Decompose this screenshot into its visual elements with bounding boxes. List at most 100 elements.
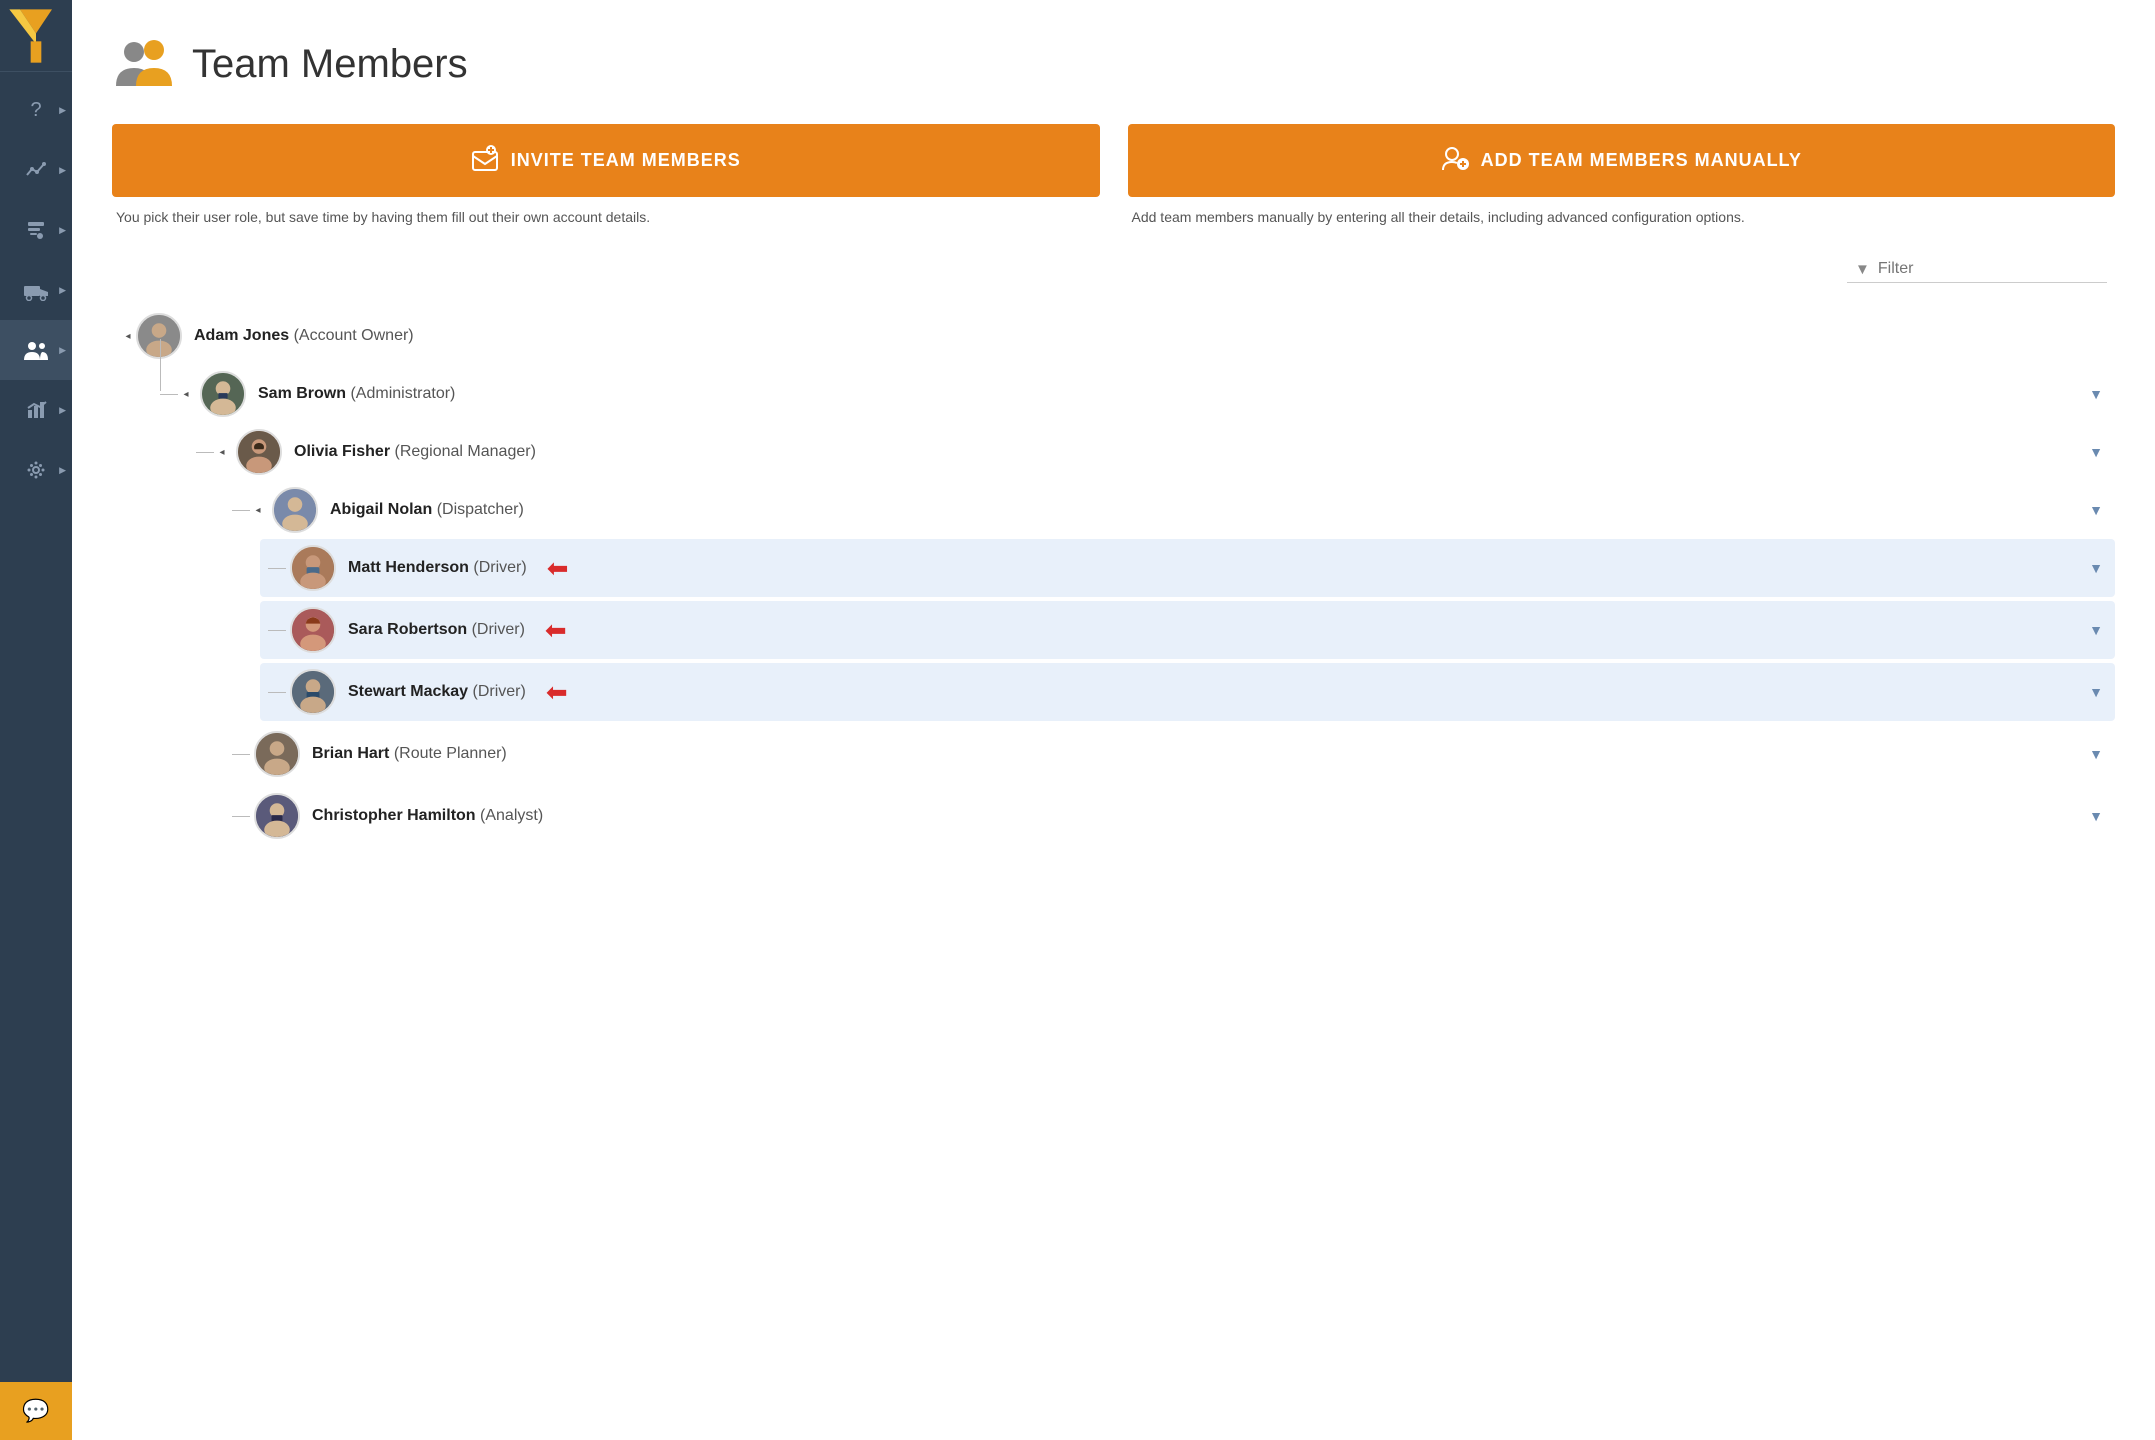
member-name-sara: Sara Robertson xyxy=(348,621,467,638)
filter-wrapper[interactable]: ▼ xyxy=(1847,256,2107,283)
chat-icon: 💬 xyxy=(22,1398,49,1424)
tree-node-sam: ◂ Sam Brown (Administ xyxy=(152,365,2115,845)
toggle-sam[interactable]: ◂ xyxy=(178,386,194,402)
chevron-icon: ▶ xyxy=(59,225,66,236)
row-chevron-matt[interactable]: ▼ xyxy=(2089,560,2103,576)
member-role-sam: (Administrator) xyxy=(350,385,455,402)
tree-node-matt: Matt Henderson (Driver) ⬅ ▼ xyxy=(260,539,2115,597)
tree-row-sam[interactable]: ◂ Sam Brown (Administ xyxy=(152,365,2115,423)
member-role-adam: (Account Owner) xyxy=(294,327,414,344)
chevron-icon: ▶ xyxy=(59,405,66,416)
toggle-adam[interactable]: ◂ xyxy=(120,328,136,344)
children-abigail: Matt Henderson (Driver) ⬅ ▼ xyxy=(224,539,2115,721)
avatar-olivia xyxy=(236,429,282,475)
member-role-brian: (Route Planner) xyxy=(394,745,507,762)
sidebar-chat-button[interactable]: 💬 xyxy=(0,1382,72,1440)
member-info-christopher: Christopher Hamilton (Analyst) xyxy=(312,807,543,825)
team-tree: ◂ Adam Jones (Account Owner) xyxy=(112,307,2115,845)
sidebar-item-settings[interactable]: ▶ xyxy=(0,440,72,500)
row-chevron-christopher[interactable]: ▼ xyxy=(2089,808,2103,824)
page-header: Team Members xyxy=(112,32,2115,96)
invite-icon xyxy=(471,144,499,177)
chevron-icon: ▶ xyxy=(59,105,66,116)
tree-row-matt[interactable]: Matt Henderson (Driver) ⬅ ▼ xyxy=(260,539,2115,597)
chevron-icon: ▶ xyxy=(59,465,66,476)
avatar-christopher xyxy=(254,793,300,839)
tree-row-christopher[interactable]: Christopher Hamilton (Analyst) ▼ xyxy=(224,787,2115,845)
tree-row-adam[interactable]: ◂ Adam Jones (Account Owner) xyxy=(120,307,2115,365)
filter-icon: ▼ xyxy=(1855,261,1870,278)
member-role-matt: (Driver) xyxy=(473,559,526,576)
tree-row-olivia[interactable]: ◂ xyxy=(188,423,2115,481)
sidebar-item-dispatch[interactable]: ▶ xyxy=(0,260,72,320)
tree-node-christopher: Christopher Hamilton (Analyst) ▼ xyxy=(224,787,2115,845)
row-chevron-olivia[interactable]: ▼ xyxy=(2089,444,2103,460)
member-info-matt: Matt Henderson (Driver) xyxy=(348,559,527,577)
tree-node-olivia: ◂ xyxy=(188,423,2115,845)
row-chevron-abigail[interactable]: ▼ xyxy=(2089,502,2103,518)
add-button-label: ADD TEAM MEMBERS MANUALLY xyxy=(1481,150,1802,171)
row-chevron-brian[interactable]: ▼ xyxy=(2089,746,2103,762)
sidebar: ? ▶ ▶ ▶ xyxy=(0,0,72,1440)
red-arrow-sara: ⬅ xyxy=(545,617,567,643)
toggle-abigail[interactable]: ◂ xyxy=(250,502,266,518)
row-chevron-stewart[interactable]: ▼ xyxy=(2089,684,2103,700)
member-info-olivia: Olivia Fisher (Regional Manager) xyxy=(294,443,536,461)
page-title: Team Members xyxy=(192,42,468,87)
sidebar-item-team[interactable]: ▶ xyxy=(0,320,72,380)
toggle-olivia[interactable]: ◂ xyxy=(214,444,230,460)
children-adam: ◂ Sam Brown (Administ xyxy=(120,365,2115,845)
invite-card: INVITE TEAM MEMBERS You pick their user … xyxy=(112,124,1100,228)
avatar-stewart xyxy=(290,669,336,715)
tree-node-abigail: ◂ xyxy=(224,481,2115,721)
sidebar-item-reports[interactable]: ▶ xyxy=(0,380,72,440)
member-name-matt: Matt Henderson xyxy=(348,559,469,576)
member-info-sam: Sam Brown (Administrator) xyxy=(258,385,455,403)
member-info-stewart: Stewart Mackay (Driver) xyxy=(348,683,526,701)
member-info-sara: Sara Robertson (Driver) xyxy=(348,621,525,639)
main-content: Team Members INVITE TEAM MEMBERS You pic… xyxy=(72,0,2155,1440)
member-role-sara: (Driver) xyxy=(472,621,525,638)
member-role-stewart: (Driver) xyxy=(473,683,526,700)
member-role-christopher: (Analyst) xyxy=(480,807,543,824)
sidebar-item-help[interactable]: ? ▶ xyxy=(0,80,72,140)
sidebar-item-orders[interactable]: ▶ xyxy=(0,200,72,260)
add-icon xyxy=(1441,144,1469,177)
avatar-abigail xyxy=(272,487,318,533)
action-row: INVITE TEAM MEMBERS You pick their user … xyxy=(112,124,2115,228)
member-name-sam: Sam Brown xyxy=(258,385,346,402)
member-name-adam: Adam Jones xyxy=(194,327,289,344)
tree-row-abigail[interactable]: ◂ xyxy=(224,481,2115,539)
red-arrow-stewart: ⬅ xyxy=(546,679,568,705)
member-info-brian: Brian Hart (Route Planner) xyxy=(312,745,507,763)
avatar-sara xyxy=(290,607,336,653)
sidebar-item-analytics[interactable]: ▶ xyxy=(0,140,72,200)
member-name-stewart: Stewart Mackay xyxy=(348,683,468,700)
tree-node-adam: ◂ Adam Jones (Account Owner) xyxy=(120,307,2115,845)
member-info-abigail: Abigail Nolan (Dispatcher) xyxy=(330,501,524,519)
row-chevron-sam[interactable]: ▼ xyxy=(2089,386,2103,402)
chevron-icon: ▶ xyxy=(59,345,66,356)
add-team-members-button[interactable]: ADD TEAM MEMBERS MANUALLY xyxy=(1128,124,2116,197)
tree-node-stewart: Stewart Mackay (Driver) ⬅ ▼ xyxy=(260,663,2115,721)
row-chevron-sara[interactable]: ▼ xyxy=(2089,622,2103,638)
add-card: ADD TEAM MEMBERS MANUALLY Add team membe… xyxy=(1128,124,2116,228)
tree-node-brian: Brian Hart (Route Planner) ▼ xyxy=(224,725,2115,783)
member-role-abigail: (Dispatcher) xyxy=(437,501,524,518)
tree-row-brian[interactable]: Brian Hart (Route Planner) ▼ xyxy=(224,725,2115,783)
tree-node-sara: Sara Robertson (Driver) ⬅ ▼ xyxy=(260,601,2115,659)
avatar-matt xyxy=(290,545,336,591)
invite-team-members-button[interactable]: INVITE TEAM MEMBERS xyxy=(112,124,1100,197)
tree-row-sara[interactable]: Sara Robertson (Driver) ⬅ ▼ xyxy=(260,601,2115,659)
avatar-brian xyxy=(254,731,300,777)
member-role-olivia: (Regional Manager) xyxy=(395,443,536,460)
tree-row-stewart[interactable]: Stewart Mackay (Driver) ⬅ ▼ xyxy=(260,663,2115,721)
filter-input[interactable] xyxy=(1878,260,2099,278)
sidebar-logo[interactable] xyxy=(0,0,72,72)
member-name-christopher: Christopher Hamilton xyxy=(312,807,476,824)
red-arrow-matt: ⬅ xyxy=(547,555,569,581)
children-olivia: ◂ xyxy=(188,481,2115,845)
indent-adam: ◂ xyxy=(120,328,136,344)
add-description: Add team members manually by entering al… xyxy=(1128,207,2116,228)
page-header-icon xyxy=(112,32,176,96)
